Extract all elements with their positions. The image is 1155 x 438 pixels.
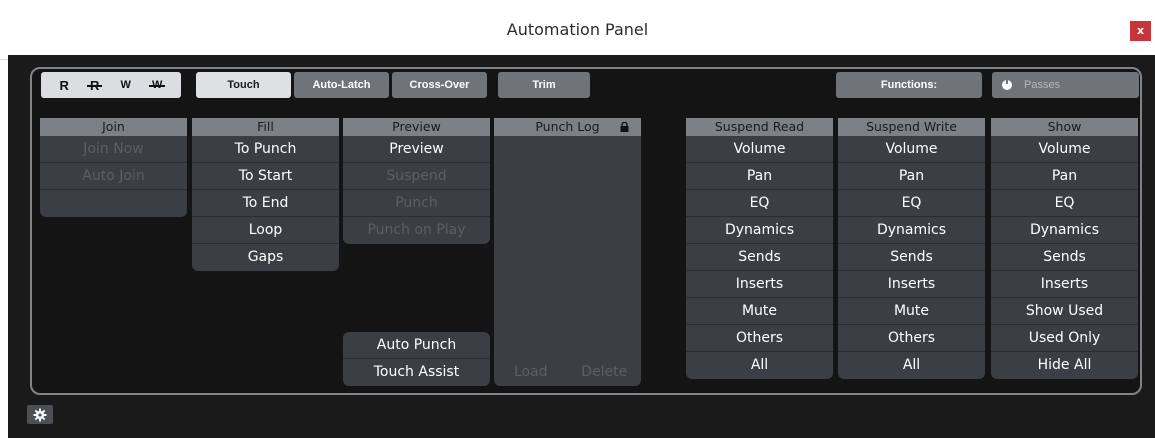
suspend-read-header: Suspend Read	[686, 118, 833, 136]
touch-assist-button[interactable]: Touch Assist	[343, 359, 490, 386]
join-section: Join Join Now Auto Join	[40, 118, 187, 217]
punch-on-play-button[interactable]: Punch on Play	[343, 217, 490, 244]
write-toggle[interactable]: W	[121, 79, 131, 91]
suspend-read-sends[interactable]: Sends	[686, 244, 833, 271]
suspend-read-eq[interactable]: EQ	[686, 190, 833, 217]
join-list: Join Now Auto Join	[40, 136, 187, 217]
used-only-button[interactable]: Used Only	[991, 325, 1138, 352]
join-header: Join	[40, 118, 187, 136]
auto-join-button[interactable]: Auto Join	[40, 163, 187, 190]
suspend-write-list: Volume Pan EQ Dynamics Sends Inserts Mut…	[838, 136, 985, 379]
suspend-write-others[interactable]: Others	[838, 325, 985, 352]
power-icon	[1002, 78, 1012, 90]
join-now-button[interactable]: Join Now	[40, 136, 187, 163]
fill-to-start-button[interactable]: To Start	[192, 163, 339, 190]
suspend-write-eq[interactable]: EQ	[838, 190, 985, 217]
punch-log-actions: Load Delete	[494, 359, 641, 386]
show-section: Show Volume Pan EQ Dynamics Sends Insert…	[991, 118, 1138, 379]
fill-section: Fill To Punch To Start To End Loop Gaps	[192, 118, 339, 271]
show-volume[interactable]: Volume	[991, 136, 1138, 163]
cross-over-button[interactable]: Cross-Over	[392, 72, 487, 98]
show-header: Show	[991, 118, 1138, 136]
lock-icon[interactable]	[620, 122, 629, 132]
suspend-write-volume[interactable]: Volume	[838, 136, 985, 163]
auto-punch-button[interactable]: Auto Punch	[343, 332, 490, 359]
title-bar: Automation Panel x	[0, 0, 1155, 60]
read-all-toggle[interactable]: R	[86, 78, 103, 93]
fill-loop-button[interactable]: Loop	[192, 217, 339, 244]
preview-header: Preview	[343, 118, 490, 136]
suspend-write-pan[interactable]: Pan	[838, 163, 985, 190]
suspend-read-inserts[interactable]: Inserts	[686, 271, 833, 298]
suspend-write-dynamics[interactable]: Dynamics	[838, 217, 985, 244]
auto-latch-button[interactable]: Auto-Latch	[294, 72, 389, 98]
suspend-read-dynamics[interactable]: Dynamics	[686, 217, 833, 244]
touch-mode-button[interactable]: Touch	[196, 72, 291, 98]
preview-section: Preview Preview Suspend Punch Punch on P…	[343, 118, 490, 244]
punch-log-header: Punch Log	[494, 118, 641, 136]
window-title: Automation Panel	[506, 20, 649, 39]
suspend-read-section: Suspend Read Volume Pan EQ Dynamics Send…	[686, 118, 833, 379]
suspend-write-mute[interactable]: Mute	[838, 298, 985, 325]
suspend-write-sends[interactable]: Sends	[838, 244, 985, 271]
punch-button[interactable]: Punch	[343, 190, 490, 217]
suspend-write-header: Suspend Write	[838, 118, 985, 136]
fill-gaps-button[interactable]: Gaps	[192, 244, 339, 271]
show-sends[interactable]: Sends	[991, 244, 1138, 271]
hide-all-button[interactable]: Hide All	[991, 352, 1138, 379]
automation-mode-group: R R W W	[41, 72, 181, 98]
preview-list: Preview Suspend Punch Punch on Play	[343, 136, 490, 244]
close-button[interactable]: x	[1130, 21, 1151, 41]
suspend-read-mute[interactable]: Mute	[686, 298, 833, 325]
preview-bottom-list: Auto Punch Touch Assist	[343, 332, 490, 386]
delete-button[interactable]: Delete	[568, 359, 642, 386]
show-pan[interactable]: Pan	[991, 163, 1138, 190]
suspend-button[interactable]: Suspend	[343, 163, 490, 190]
show-eq[interactable]: EQ	[991, 190, 1138, 217]
suspend-read-volume[interactable]: Volume	[686, 136, 833, 163]
suspend-write-all[interactable]: All	[838, 352, 985, 379]
fill-to-punch-button[interactable]: To Punch	[192, 136, 339, 163]
punch-log-section: Punch Log Load Delete	[494, 118, 641, 386]
suspend-read-all[interactable]: All	[686, 352, 833, 379]
functions-button[interactable]: Functions:	[836, 72, 982, 98]
passes-button[interactable]: Passes	[992, 72, 1139, 98]
settings-button[interactable]	[27, 405, 53, 424]
show-inserts[interactable]: Inserts	[991, 271, 1138, 298]
show-dynamics[interactable]: Dynamics	[991, 217, 1138, 244]
show-used-button[interactable]: Show Used	[991, 298, 1138, 325]
suspend-write-inserts[interactable]: Inserts	[838, 271, 985, 298]
fill-to-end-button[interactable]: To End	[192, 190, 339, 217]
suspend-read-pan[interactable]: Pan	[686, 163, 833, 190]
passes-label: Passes	[1024, 79, 1061, 91]
join-empty-slot	[40, 190, 187, 217]
gear-icon	[33, 408, 47, 421]
preview-bottom-group: Auto Punch Touch Assist	[343, 332, 490, 386]
suspend-write-section: Suspend Write Volume Pan EQ Dynamics Sen…	[838, 118, 985, 379]
preview-button[interactable]: Preview	[343, 136, 490, 163]
load-button[interactable]: Load	[494, 359, 568, 386]
read-toggle[interactable]: R	[60, 78, 69, 93]
write-all-toggle[interactable]: W	[148, 79, 166, 91]
fill-header: Fill	[192, 118, 339, 136]
fill-list: To Punch To Start To End Loop Gaps	[192, 136, 339, 271]
punch-log-list[interactable]: Load Delete	[494, 136, 641, 386]
suspend-read-list: Volume Pan EQ Dynamics Sends Inserts Mut…	[686, 136, 833, 379]
suspend-read-others[interactable]: Others	[686, 325, 833, 352]
show-list: Volume Pan EQ Dynamics Sends Inserts Sho…	[991, 136, 1138, 379]
punch-log-title: Punch Log	[535, 119, 600, 134]
trim-button[interactable]: Trim	[498, 72, 590, 98]
